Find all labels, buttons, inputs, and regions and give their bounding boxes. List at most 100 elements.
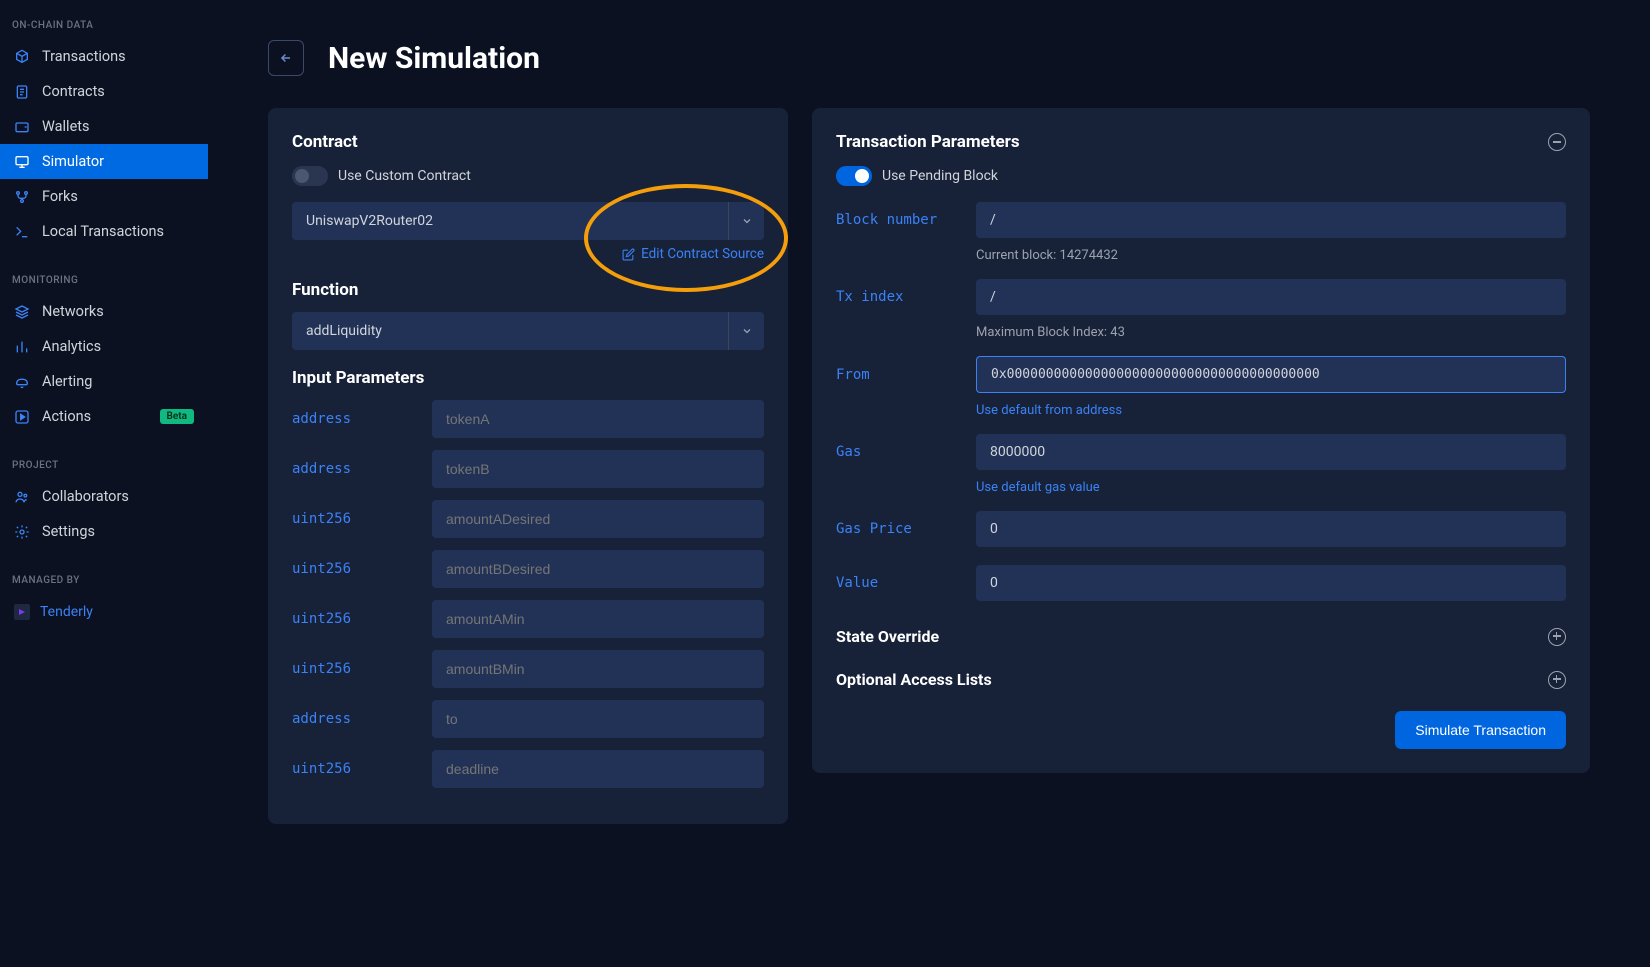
gas-helper-link[interactable]: Use default gas value [976, 480, 1566, 495]
sidebar-item-collaborators[interactable]: Collaborators [0, 479, 208, 514]
sidebar-section-project: PROJECT [0, 452, 208, 479]
sidebar-item-label: Transactions [42, 48, 126, 65]
input-param-row: address [292, 700, 764, 738]
layers-icon [14, 304, 30, 320]
value-input[interactable] [976, 565, 1566, 601]
sidebar-item-contracts[interactable]: Contracts [0, 74, 208, 109]
block-number-input[interactable] [976, 202, 1566, 238]
sidebar-item-label: Networks [42, 303, 104, 320]
input-param-row: uint256 [292, 600, 764, 638]
edit-contract-source-link[interactable]: Edit Contract Source [622, 246, 764, 262]
contract-panel-title: Contract [292, 132, 764, 152]
terminal-icon [14, 224, 30, 240]
from-helper-link[interactable]: Use default from address [976, 403, 1566, 418]
function-select[interactable]: addLiquidity [292, 312, 764, 350]
tx-index-input[interactable] [976, 279, 1566, 315]
document-icon [14, 84, 30, 100]
input-param-row: uint256 [292, 650, 764, 688]
input-param-field[interactable] [432, 750, 764, 788]
sidebar-item-label: Alerting [42, 373, 92, 390]
sidebar-item-label: Wallets [42, 118, 90, 135]
input-param-type: uint256 [292, 611, 432, 627]
gas-price-label: Gas Price [836, 521, 976, 537]
sidebar-item-alerting[interactable]: Alerting [0, 364, 208, 399]
sidebar-item-label: Local Transactions [42, 223, 164, 240]
use-pending-block-label: Use Pending Block [882, 168, 998, 184]
sidebar-item-label: Contracts [42, 83, 105, 100]
sidebar-item-label: Simulator [42, 153, 104, 170]
collapse-icon[interactable] [1548, 133, 1566, 151]
wallet-icon [14, 119, 30, 135]
state-override-title: State Override [836, 627, 939, 646]
input-param-field[interactable] [432, 700, 764, 738]
input-param-type: address [292, 711, 432, 727]
expand-icon[interactable] [1548, 671, 1566, 689]
from-input[interactable] [976, 356, 1566, 393]
sidebar-section-managed-by: MANAGED BY [0, 567, 208, 594]
play-icon [14, 409, 30, 425]
sidebar-item-label: Settings [42, 523, 95, 540]
sidebar-item-label: Forks [42, 188, 78, 205]
sidebar: ON-CHAIN DATA Transactions Contracts Wal… [0, 0, 208, 967]
input-param-type: address [292, 411, 432, 427]
sidebar-item-simulator[interactable]: Simulator [0, 144, 208, 179]
input-param-field[interactable] [432, 500, 764, 538]
sidebar-item-label: Analytics [42, 338, 101, 355]
fork-icon [14, 189, 30, 205]
expand-icon[interactable] [1548, 628, 1566, 646]
contract-select[interactable]: UniswapV2Router02 [292, 202, 764, 240]
use-pending-block-toggle[interactable] [836, 166, 872, 186]
input-param-field[interactable] [432, 400, 764, 438]
sidebar-item-networks[interactable]: Networks [0, 294, 208, 329]
value-label: Value [836, 575, 976, 591]
contract-panel: Contract Use Custom Contract UniswapV2Ro… [268, 108, 788, 824]
gas-input[interactable] [976, 434, 1566, 470]
use-custom-contract-label: Use Custom Contract [338, 168, 471, 184]
sidebar-item-analytics[interactable]: Analytics [0, 329, 208, 364]
input-param-field[interactable] [432, 450, 764, 488]
tx-params-title: Transaction Parameters [836, 132, 1020, 152]
input-param-type: uint256 [292, 761, 432, 777]
managed-by-label: Tenderly [40, 604, 93, 620]
input-param-row: uint256 [292, 750, 764, 788]
gas-label: Gas [836, 444, 976, 460]
sidebar-item-forks[interactable]: Forks [0, 179, 208, 214]
transaction-params-panel: Transaction Parameters Use Pending Block… [812, 108, 1590, 773]
tenderly-logo-icon [14, 604, 30, 620]
function-section-title: Function [292, 280, 764, 300]
sidebar-item-transactions[interactable]: Transactions [0, 39, 208, 74]
edit-icon [622, 248, 635, 261]
from-label: From [836, 367, 976, 383]
input-param-type: uint256 [292, 561, 432, 577]
block-number-helper: Current block: 14274432 [976, 248, 1566, 263]
input-param-row: uint256 [292, 500, 764, 538]
gas-price-input[interactable] [976, 511, 1566, 547]
main-content: New Simulation Contract Use Custom Contr… [208, 0, 1650, 967]
tx-index-label: Tx index [836, 289, 976, 305]
use-custom-contract-toggle[interactable] [292, 166, 328, 186]
sidebar-item-local-transactions[interactable]: Local Transactions [0, 214, 208, 249]
back-button[interactable] [268, 40, 304, 76]
managed-by-row[interactable]: Tenderly [0, 594, 208, 630]
bars-icon [14, 339, 30, 355]
sidebar-section-monitoring: MONITORING [0, 267, 208, 294]
beta-badge: Beta [160, 409, 194, 424]
users-icon [14, 489, 30, 505]
sidebar-item-label: Collaborators [42, 488, 129, 505]
sidebar-item-actions[interactable]: Actions Beta [0, 399, 208, 434]
simulate-transaction-button[interactable]: Simulate Transaction [1395, 711, 1566, 749]
sidebar-section-onchain: ON-CHAIN DATA [0, 12, 208, 39]
input-param-type: address [292, 461, 432, 477]
cube-icon [14, 49, 30, 65]
page-header: New Simulation [268, 40, 1590, 76]
sidebar-item-settings[interactable]: Settings [0, 514, 208, 549]
input-param-field[interactable] [432, 550, 764, 588]
input-param-field[interactable] [432, 650, 764, 688]
input-param-field[interactable] [432, 600, 764, 638]
input-param-row: uint256 [292, 550, 764, 588]
input-param-row: address [292, 400, 764, 438]
page-title: New Simulation [328, 41, 540, 76]
input-param-row: address [292, 450, 764, 488]
sidebar-item-wallets[interactable]: Wallets [0, 109, 208, 144]
bell-icon [14, 374, 30, 390]
